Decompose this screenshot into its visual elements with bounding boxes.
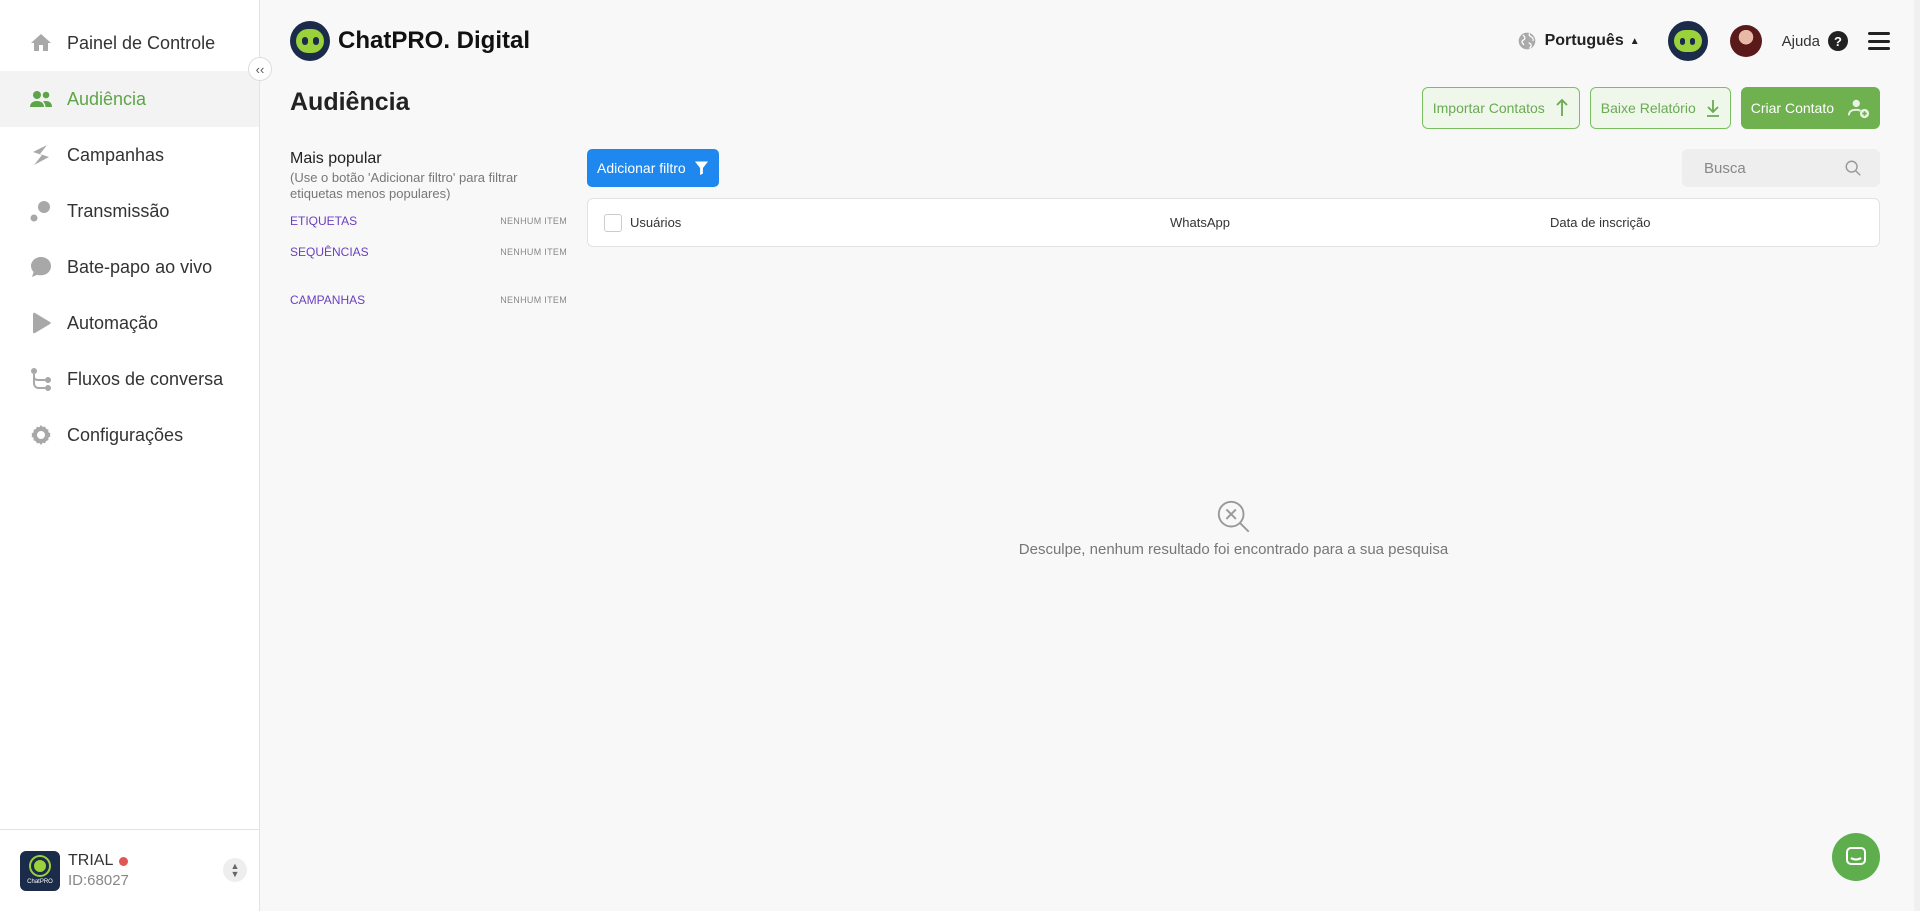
page-scrollbar[interactable]	[1914, 0, 1920, 911]
sidebar-item-campanhas[interactable]: Campanhas	[0, 127, 259, 183]
filters-title: Mais popular	[290, 150, 382, 167]
campaign-icon	[28, 142, 54, 168]
add-filter-label: Adicionar filtro	[597, 160, 686, 176]
sidebar-nav: Painel de Controle Audiência Campanhas T…	[0, 0, 259, 463]
language-selector[interactable]: Português ▲	[1517, 31, 1640, 51]
filter-group-name[interactable]: ETIQUETAS	[290, 214, 357, 228]
column-header-subscription-date[interactable]: Data de inscrição	[1550, 215, 1650, 230]
filter-group-count: NENHUM ITEM	[500, 216, 567, 226]
empty-message: Desculpe, nenhum resultado foi encontrad…	[1018, 541, 1449, 558]
filter-group-name[interactable]: CAMPANHAS	[290, 293, 365, 307]
workspace-avatar[interactable]	[1667, 21, 1708, 61]
sidebar-item-label: Campanhas	[67, 144, 165, 165]
hamburger-menu-icon[interactable]	[1868, 32, 1890, 50]
chat-bubble-icon	[28, 254, 54, 280]
chat-icon	[1846, 847, 1866, 865]
page-actions: Importar Contatos Baixe Relatório Criar …	[1421, 87, 1880, 129]
filter-group-count: NENHUM ITEM	[500, 247, 567, 257]
sidebar-item-label: Audiência	[67, 88, 147, 109]
select-all-checkbox[interactable]	[604, 213, 622, 232]
broadcast-icon	[28, 198, 54, 224]
sidebar-item-label: Painel de Controle	[67, 32, 216, 53]
sidebar-item-painel[interactable]: Painel de Controle	[0, 15, 259, 71]
sidebar-item-audiencia[interactable]: Audiência	[0, 71, 259, 127]
account-switcher[interactable]: ChatPRO TRIAL ID:68027 ▲ ▼	[0, 829, 259, 911]
sidebar-collapse-button[interactable]: ‹‹	[248, 57, 272, 81]
download-report-button[interactable]: Baixe Relatório	[1589, 87, 1731, 129]
sidebar-item-label: Configurações	[67, 424, 184, 445]
live-chat-button[interactable]	[1832, 833, 1880, 881]
account-info: TRIAL ID:68027	[68, 852, 129, 889]
search-box[interactable]	[1682, 149, 1880, 187]
question-icon: ?	[1828, 31, 1848, 51]
bot-face-icon	[1673, 30, 1702, 52]
sidebar-item-configuracoes[interactable]: Configurações	[0, 407, 259, 463]
account-plan-label: TRIAL	[68, 852, 114, 869]
sidebar-item-label: Transmissão	[67, 200, 170, 221]
contacts-table-header: Usuários WhatsApp Data de inscrição	[587, 198, 1880, 247]
filters-hint: (Use o botão 'Adicionar filtro' para fil…	[290, 170, 518, 201]
filter-group-name[interactable]: SEQUÊNCIAS	[290, 245, 369, 259]
help-button[interactable]: Ajuda ?	[1782, 31, 1848, 51]
add-user-icon	[1848, 99, 1870, 119]
status-dot	[119, 856, 129, 866]
sidebar-item-automacao[interactable]: Automação	[0, 295, 259, 351]
header-actions: Português ▲ Ajuda ?	[1517, 21, 1890, 61]
search-icon[interactable]	[1844, 159, 1862, 177]
gear-icon	[28, 422, 54, 448]
sidebar: Painel de Controle Audiência Campanhas T…	[0, 0, 260, 911]
page-title: Audiência	[290, 88, 410, 116]
download-report-label: Baixe Relatório	[1600, 100, 1696, 116]
bot-face-icon	[296, 29, 324, 53]
sidebar-item-label: Fluxos de conversa	[67, 368, 224, 389]
sidebar-item-transmissao[interactable]: Transmissão	[0, 183, 259, 239]
search-input[interactable]	[1704, 159, 1844, 177]
filter-group-count: NENHUM ITEM	[500, 295, 567, 305]
filter-icon	[694, 161, 708, 176]
download-icon	[1706, 100, 1719, 117]
language-label: Português	[1544, 32, 1624, 49]
top-header: ChatPRO. Digital Português ▲ Ajuda ?	[290, 20, 1890, 62]
users-icon	[28, 86, 54, 112]
column-header-whatsapp[interactable]: WhatsApp	[1170, 215, 1550, 230]
sidebar-item-fluxos[interactable]: Fluxos de conversa	[0, 351, 259, 407]
help-label: Ajuda	[1781, 32, 1820, 50]
filter-group-etiquetas[interactable]: ETIQUETAS NENHUM ITEM	[290, 214, 567, 228]
arrow-up-icon	[1556, 99, 1568, 116]
empty-state: Desculpe, nenhum resultado foi encontrad…	[587, 498, 1880, 558]
account-plan: TRIAL	[68, 852, 129, 870]
flow-icon	[28, 366, 54, 392]
sidebar-item-label: Automação	[67, 312, 159, 333]
account-logo: ChatPRO	[20, 850, 60, 891]
user-avatar[interactable]	[1729, 25, 1762, 57]
sidebar-item-label: Bate-papo ao vivo	[67, 256, 213, 277]
column-header-users[interactable]: Usuários	[630, 215, 1170, 230]
create-contact-button[interactable]: Criar Contato	[1740, 87, 1880, 129]
brand-logo[interactable]	[290, 21, 330, 61]
import-contacts-button[interactable]: Importar Contatos	[1421, 87, 1580, 129]
caret-down-icon: ▲	[1629, 35, 1640, 47]
account-logo-text: ChatPRO	[27, 878, 53, 885]
filter-group-sequencias[interactable]: SEQUÊNCIAS NENHUM ITEM	[290, 228, 567, 276]
filter-group-campanhas[interactable]: CAMPANHAS NENHUM ITEM	[290, 276, 567, 324]
create-contact-label: Criar Contato	[1750, 100, 1834, 116]
play-icon	[28, 310, 54, 336]
import-contacts-label: Importar Contatos	[1432, 100, 1545, 116]
add-filter-button[interactable]: Adicionar filtro	[587, 149, 719, 187]
search-no-results-icon	[1217, 500, 1249, 533]
account-id: ID:68027	[68, 872, 129, 889]
brand-name: ChatPRO. Digital	[338, 27, 531, 54]
bot-icon	[31, 856, 49, 875]
home-icon	[28, 30, 54, 56]
sidebar-item-bate-papo[interactable]: Bate-papo ao vivo	[0, 239, 259, 295]
globe-icon	[1518, 32, 1535, 50]
chevron-updown-icon[interactable]: ▲ ▼	[223, 858, 247, 882]
filters-panel: Mais popular (Use o botão 'Adicionar fil…	[290, 150, 567, 324]
